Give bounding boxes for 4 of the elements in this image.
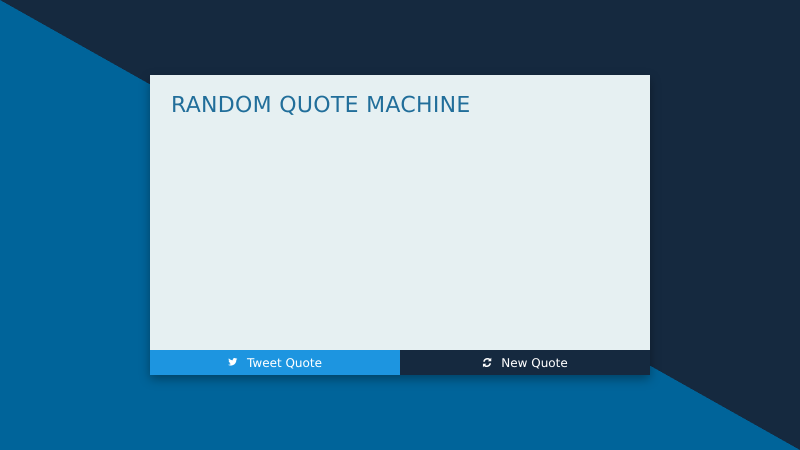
bird-icon: [228, 357, 240, 368]
app-title: RANDOM QUOTE MACHINE: [171, 93, 471, 118]
new-quote-button[interactable]: New Quote: [400, 350, 650, 375]
refresh-icon: [482, 357, 494, 368]
